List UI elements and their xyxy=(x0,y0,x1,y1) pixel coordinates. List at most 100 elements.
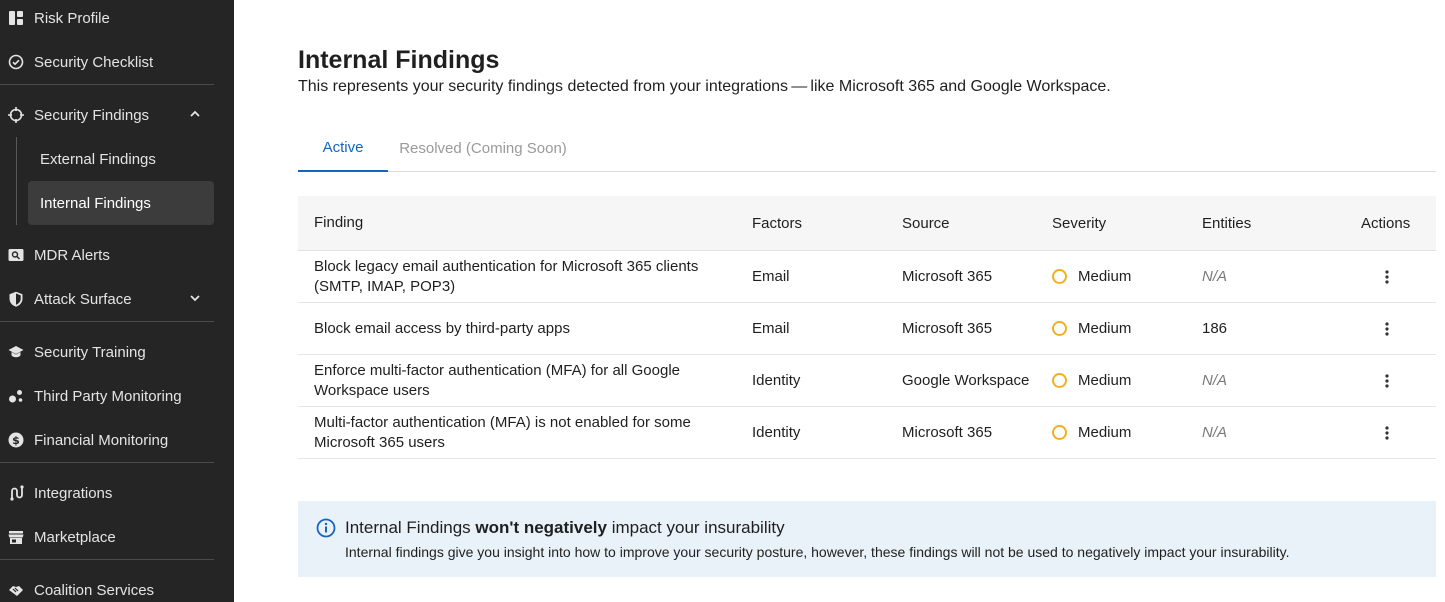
sidebar-item-security-checklist[interactable]: Security Checklist xyxy=(0,42,214,82)
sidebar-item-risk-profile[interactable]: Risk Profile xyxy=(0,0,214,38)
info-banner-body: Internal findings give you insight into … xyxy=(345,544,1290,560)
check-circle-icon xyxy=(8,54,24,70)
sidebar-divider xyxy=(0,84,214,85)
chevron-down-icon[interactable] xyxy=(188,291,202,305)
tab-resolved: Resolved (Coming Soon) xyxy=(399,139,567,157)
severity-label: Medium xyxy=(1078,372,1132,389)
chevron-up-icon[interactable] xyxy=(188,107,202,121)
sidebar-divider xyxy=(0,321,214,322)
column-header-finding[interactable]: Finding xyxy=(314,213,734,233)
sidebar-item-mdr-alerts[interactable]: MDR Alerts xyxy=(0,235,214,275)
sidebar-subitem-external-findings[interactable]: External Findings xyxy=(28,137,214,181)
graduation-cap-icon xyxy=(8,344,24,360)
store-icon xyxy=(8,529,24,545)
column-header-actions: Actions xyxy=(1361,214,1411,232)
page-title: Internal Findings xyxy=(298,46,500,74)
factors-cell: Email xyxy=(752,268,790,285)
sidebar-item-financial-monitoring[interactable]: $ Financial Monitoring xyxy=(0,420,214,460)
sidebar-divider xyxy=(0,462,214,463)
sidebar-subitem-label: External Findings xyxy=(40,150,156,168)
sidebar-item-label: Security Training xyxy=(34,343,146,361)
source-cell: Google Workspace xyxy=(902,372,1030,389)
info-banner: Internal Findings won't negatively impac… xyxy=(298,501,1436,577)
entities-cell: N/A xyxy=(1202,268,1228,285)
severity-cell: Medium xyxy=(1052,320,1131,337)
sidebar-item-label: Coalition Services xyxy=(34,581,155,599)
severity-cell: Medium xyxy=(1052,424,1131,441)
info-banner-title: Internal Findings won't negatively impac… xyxy=(345,518,785,538)
table-row[interactable]: Multi-factor authentication (MFA) is not… xyxy=(298,407,1436,459)
severity-medium-icon xyxy=(1052,425,1067,440)
severity-label: Medium xyxy=(1078,424,1132,441)
sidebar-item-label: Risk Profile xyxy=(34,9,110,27)
sidebar-item-coalition-services[interactable]: Coalition Services xyxy=(0,570,214,602)
info-title-prefix: Internal Findings xyxy=(345,518,476,537)
more-actions-icon[interactable] xyxy=(1380,423,1394,443)
severity-label: Medium xyxy=(1078,320,1132,337)
sidebar-item-label: Attack Surface xyxy=(34,290,132,308)
svg-text:$: $ xyxy=(12,434,20,447)
sidebar-item-attack-surface[interactable]: Attack Surface xyxy=(0,279,214,319)
table-row[interactable]: Block email access by third-party apps E… xyxy=(298,303,1436,355)
more-actions-icon[interactable] xyxy=(1380,267,1394,287)
tab-bar: Active Resolved (Coming Soon) xyxy=(298,124,1436,172)
info-icon xyxy=(316,518,336,538)
sidebar-item-label: Third Party Monitoring xyxy=(34,387,182,405)
dashboard-icon xyxy=(8,10,24,26)
sidebar-subitem-internal-findings[interactable]: Internal Findings xyxy=(28,181,214,225)
table-row[interactable]: Enforce multi-factor authentication (MFA… xyxy=(298,355,1436,407)
findings-table: Finding Factors Source Severity Entities… xyxy=(298,196,1436,459)
factors-cell: Identity xyxy=(752,372,801,389)
column-header-severity[interactable]: Severity xyxy=(1052,215,1106,232)
finding-cell: Block email access by third-party apps xyxy=(314,319,570,337)
severity-medium-icon xyxy=(1052,321,1067,336)
sidebar-item-label: Financial Monitoring xyxy=(34,431,169,449)
factors-cell: Identity xyxy=(752,424,801,441)
severity-medium-icon xyxy=(1052,373,1067,388)
source-cell: Microsoft 365 xyxy=(902,320,993,337)
sidebar-divider xyxy=(0,559,214,560)
integrations-icon xyxy=(8,485,24,501)
finding-cell: Block legacy email authentication for Mi… xyxy=(314,257,699,295)
sidebar-item-label: Security Findings xyxy=(34,106,150,124)
sidebar-item-third-party-monitoring[interactable]: Third Party Monitoring xyxy=(0,376,214,416)
tab-active[interactable]: Active xyxy=(298,124,388,172)
sidebar-item-label: Integrations xyxy=(34,484,113,502)
finding-cell: Enforce multi-factor authentication (MFA… xyxy=(314,361,680,399)
submenu-guide-line xyxy=(16,137,17,225)
source-cell: Microsoft 365 xyxy=(902,424,993,441)
table-row[interactable]: Block legacy email authentication for Mi… xyxy=(298,251,1436,303)
sidebar-subitem-label: Internal Findings xyxy=(40,194,151,212)
table-header: Finding Factors Source Severity Entities… xyxy=(298,196,1436,251)
sidebar-item-security-findings[interactable]: Security Findings xyxy=(0,95,214,135)
entities-cell: N/A xyxy=(1202,424,1228,441)
handshake-icon xyxy=(8,582,24,598)
page-subtitle: This represents your security findings d… xyxy=(298,78,1111,95)
sidebar-item-marketplace[interactable]: Marketplace xyxy=(0,517,214,557)
sidebar-item-label: MDR Alerts xyxy=(34,246,110,264)
more-actions-icon[interactable] xyxy=(1380,319,1394,339)
sidebar: Risk Profile Security Checklist Security… xyxy=(0,0,234,602)
column-header-source[interactable]: Source xyxy=(902,215,950,232)
factors-cell: Email xyxy=(752,320,790,337)
dollar-icon: $ xyxy=(8,432,24,448)
entities-cell: N/A xyxy=(1202,372,1228,389)
column-header-factors[interactable]: Factors xyxy=(752,215,802,232)
finding-cell: Multi-factor authentication (MFA) is not… xyxy=(314,413,691,451)
entities-cell[interactable]: 186 xyxy=(1202,320,1227,337)
shield-icon xyxy=(8,291,24,307)
sidebar-item-label: Security Checklist xyxy=(34,53,154,71)
severity-label: Medium xyxy=(1078,268,1132,285)
more-actions-icon[interactable] xyxy=(1380,371,1394,391)
column-header-entities[interactable]: Entities xyxy=(1202,215,1251,232)
sidebar-item-integrations[interactable]: Integrations xyxy=(0,473,214,513)
info-title-suffix: impact your insurability xyxy=(606,518,785,537)
info-title-bold: won't negatively xyxy=(475,518,607,537)
sidebar-item-label: Marketplace xyxy=(34,528,116,546)
crosshair-icon xyxy=(8,107,24,123)
network-icon xyxy=(8,388,24,404)
search-screen-icon xyxy=(8,247,24,263)
sidebar-item-security-training[interactable]: Security Training xyxy=(0,332,214,372)
source-cell: Microsoft 365 xyxy=(902,268,993,285)
severity-medium-icon xyxy=(1052,269,1067,284)
